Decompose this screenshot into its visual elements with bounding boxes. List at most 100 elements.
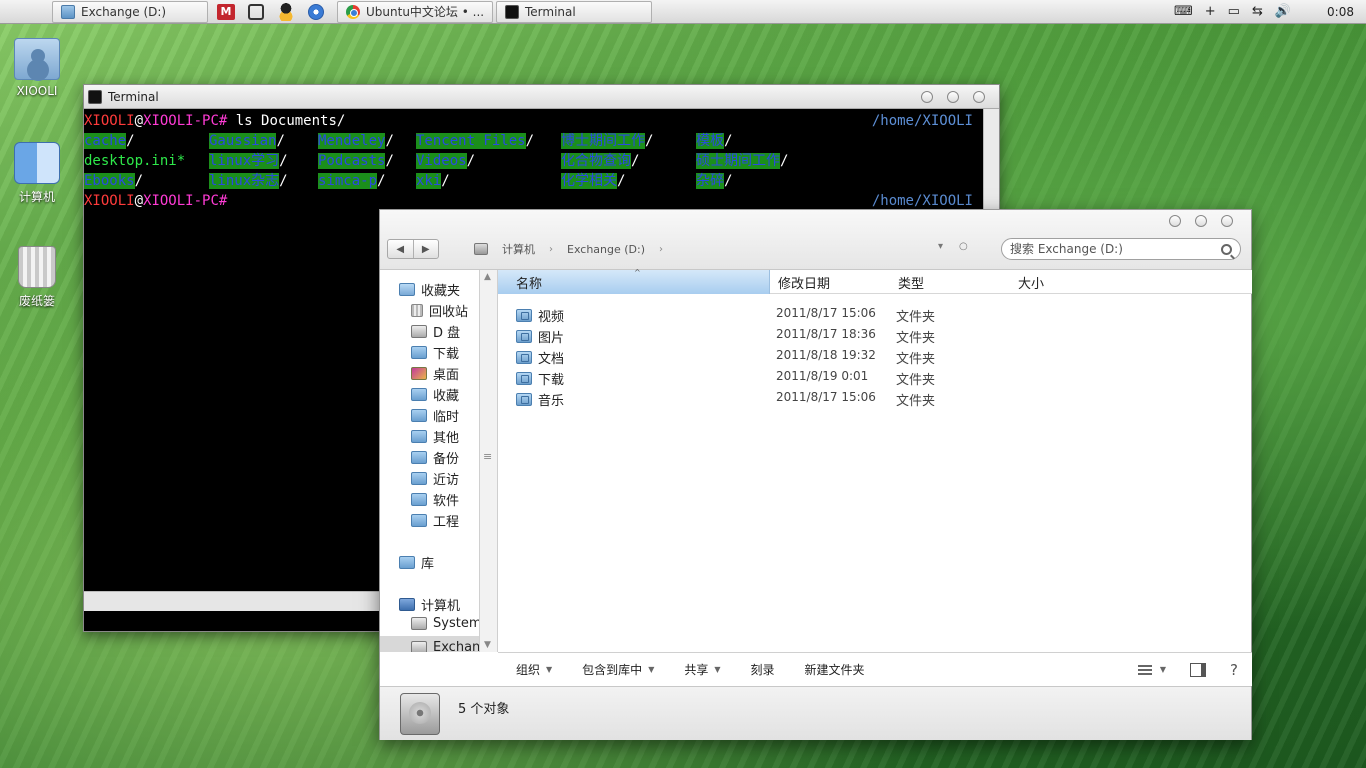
share-button[interactable]: 共享 ▼ [684,661,720,678]
sidebar-item-collection[interactable]: 收藏 [411,385,459,404]
include-in-library-button[interactable]: 包含到库中 ▼ [582,661,654,678]
column-type[interactable]: 类型 [890,270,1010,294]
task-button-explorer[interactable]: Exchange (D:) [52,0,208,23]
network-icon[interactable]: ⇆ [1252,4,1263,19]
explorer-window[interactable]: ◀ ▶ 计算机 › Exchange (D:) › ▾ ○ 收藏夹 回收站 D … [379,209,1252,740]
file-row[interactable]: 下载 2011/8/19 0:01 文件夹 [498,367,1252,388]
sidebar-item-backup[interactable]: 备份 [411,448,459,467]
file-date: 2011/8/18 19:32 [776,348,876,362]
quick-launch-browser[interactable] [301,0,331,24]
sidebar-item-libraries[interactable]: 库 [399,553,434,572]
scroll-up-icon[interactable]: ▲ [484,272,491,282]
navigation-pane[interactable]: 收藏夹 回收站 D 盘 下载 桌面 收藏 临时 其他 备份 近访 软件 工程 库… [380,270,480,652]
task-button-terminal[interactable]: Terminal [496,0,652,23]
sidebar-item-label: 计算机 [421,599,461,614]
close-button[interactable] [973,90,985,103]
add-icon[interactable]: + [1205,4,1216,19]
desktop-icon-trash[interactable]: 废纸篓 [1,246,73,309]
volume-icon[interactable]: 🔊 [1275,4,1291,19]
desktop-icon-user[interactable]: XIOOLI [1,38,73,98]
search-box[interactable] [1001,238,1241,260]
terminal-titlebar[interactable]: Terminal [84,85,999,109]
breadcrumb-separator[interactable]: › [659,244,663,255]
sidebar-item-recycle[interactable]: 回收站 [411,301,468,320]
sidebar-item-label: 回收站 [429,305,469,320]
minimize-button[interactable] [921,90,933,103]
ls-slash: / [276,133,285,149]
back-button[interactable]: ◀ [388,240,414,258]
maximize-button[interactable] [1195,215,1207,227]
sidebar-item-desktop[interactable]: 桌面 [411,364,459,383]
prompt-user: XIOOLI [84,113,135,129]
history-dropdown-icon[interactable]: ▾ [938,241,943,252]
m-app-icon: M [217,3,235,20]
file-name: 音乐 [538,394,565,409]
keyboard-icon[interactable]: ⌨ [1174,4,1193,19]
task-button-chrome[interactable]: Ubuntu中文论坛 • ... [337,0,493,23]
burn-button[interactable]: 刻录 [751,661,775,678]
sidebar-item-label: 库 [421,557,435,572]
preview-pane-icon[interactable] [1190,662,1207,677]
apple-menu-icon[interactable] [0,0,52,24]
sidebar-item-other[interactable]: 其他 [411,427,459,446]
prompt-path: /home/XIOOLI [871,193,973,209]
close-button[interactable] [1221,215,1233,227]
ls-entry: 杂碎 [696,173,724,189]
sidebar-item-projects[interactable]: 工程 [411,511,459,530]
file-row[interactable]: 图片 2011/8/17 18:36 文件夹 [498,325,1252,346]
sidebar-item-d-drive[interactable]: D 盘 [411,322,460,341]
organize-button[interactable]: 组织 ▼ [516,661,552,678]
navigation-scrollbar[interactable]: ▲ ≡ ▼ [480,270,498,652]
refresh-icon[interactable]: ○ [959,241,968,252]
breadcrumb-item[interactable]: Exchange (D:) [567,243,645,256]
battery-icon[interactable]: ▭ [1228,4,1240,19]
quick-launch-m[interactable]: M [211,0,241,24]
clock[interactable]: 0:08 [1327,5,1354,19]
scroll-down-icon[interactable]: ▼ [484,640,491,650]
system-tray: ⌨ + ▭ ⇆ 🔊 0:08 [1174,4,1366,19]
search-icon[interactable] [1221,243,1232,255]
quick-launch-qq[interactable] [271,0,301,24]
address-tools: ▾ ○ [938,241,968,252]
file-row[interactable]: 音乐 2011/8/17 15:06 文件夹 [498,388,1252,409]
sidebar-item-system[interactable]: System [411,616,479,631]
sidebar-item-temp[interactable]: 临时 [411,406,459,425]
ls-row: Ebooks/ linux杂志/ simca-p/ xki/ 化学相关/ 杂碎/ [84,171,999,191]
breadcrumb-separator[interactable]: › [549,244,553,255]
scroll-grip-icon[interactable]: ≡ [483,450,492,463]
maximize-button[interactable] [947,90,959,103]
column-size[interactable]: 大小 [1010,270,1090,294]
breadcrumb-item[interactable]: 计算机 [502,241,535,257]
command-bar: 组织 ▼ 包含到库中 ▼ 共享 ▼ 刻录 新建文件夹 ▼ ? [498,652,1252,686]
view-options-button[interactable]: ▼ [1137,664,1166,675]
sidebar-item-computer[interactable]: 计算机 [399,595,460,614]
new-folder-button[interactable]: 新建文件夹 [805,661,865,678]
prompt-line: XIOOLI@XIOOLI-PC# /home/XIOOLI [84,191,999,211]
file-row[interactable]: 文档 2011/8/18 19:32 文件夹 [498,346,1252,367]
help-icon[interactable]: ? [1230,661,1238,679]
sidebar-item-label: D 盘 [433,326,461,341]
file-list[interactable]: ^ 名称 修改日期 类型 大小 视频 2011/8/17 15:06 文件夹 图片… [498,268,1252,652]
forward-button[interactable]: ▶ [414,240,439,258]
explorer-header: ◀ ▶ 计算机 › Exchange (D:) › ▾ ○ [380,210,1251,270]
sidebar-item-software[interactable]: 软件 [411,490,459,509]
desktop-icon-computer[interactable]: 计算机 [1,142,73,205]
quick-launch-2[interactable] [241,0,271,24]
desktop-icon-label: XIOOLI [16,84,58,98]
sidebar-item-favorites[interactable]: 收藏夹 [399,280,460,299]
column-date[interactable]: 修改日期 [770,270,890,294]
details-pane: 5 个对象 [380,686,1251,740]
ls-slash: / [134,173,144,189]
column-name[interactable]: ^ 名称 [498,268,770,294]
file-row[interactable]: 视频 2011/8/17 15:06 文件夹 [498,304,1252,325]
penguin-icon [278,2,294,21]
sidebar-item-label: 备份 [433,452,460,467]
minimize-button[interactable] [1169,215,1181,227]
sidebar-item-downloads[interactable]: 下载 [411,343,459,362]
sidebar-item-recent[interactable]: 近访 [411,469,459,488]
desktop-icon [411,367,427,380]
folder-icon [411,430,427,443]
sidebar-item-exchange[interactable]: Exchang [380,636,479,652]
folder-icon [411,409,427,422]
search-input[interactable] [1010,242,1221,256]
